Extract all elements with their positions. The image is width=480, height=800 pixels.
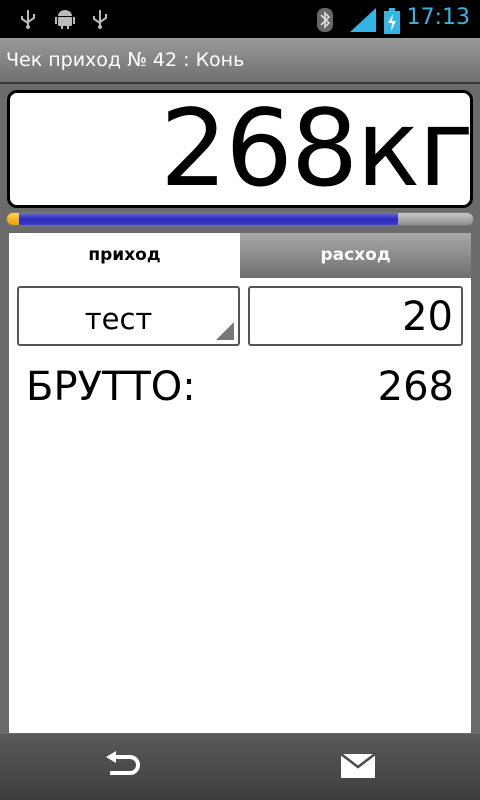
gross-label: БРУТТО: [26, 364, 196, 410]
weight-readout: 268кг [159, 90, 472, 208]
back-icon [104, 751, 140, 785]
progress-fill [7, 213, 399, 225]
battery-charging-icon [384, 8, 400, 38]
progress-start-marker [7, 213, 19, 225]
usb-icon [18, 8, 38, 34]
quantity-field[interactable]: 20 [248, 286, 463, 346]
back-button[interactable] [82, 746, 162, 790]
bottom-action-bar [0, 734, 480, 800]
dropdown-corner-icon [216, 322, 234, 340]
signal-icon [350, 8, 376, 36]
mail-icon [340, 753, 376, 783]
title-bar: Чек приход № 42 : Конь [0, 38, 480, 84]
weight-display: 268кг [7, 90, 473, 208]
usb-icon [90, 8, 110, 34]
gross-value: 268 [377, 364, 454, 410]
tab-expense[interactable]: расход [240, 233, 471, 278]
weight-progress-bar [6, 212, 474, 226]
product-spinner-value: тест [84, 302, 153, 336]
status-bar: 17:13 [0, 0, 480, 38]
send-button[interactable] [318, 746, 398, 790]
android-debug-icon [54, 8, 76, 34]
page-title: Чек приход № 42 : Конь [6, 49, 245, 71]
bluetooth-icon [316, 8, 334, 36]
quantity-value: 20 [402, 294, 453, 340]
clock: 17:13 [406, 5, 470, 30]
tab-income[interactable]: приход [9, 233, 240, 278]
product-spinner[interactable]: тест [17, 286, 240, 346]
